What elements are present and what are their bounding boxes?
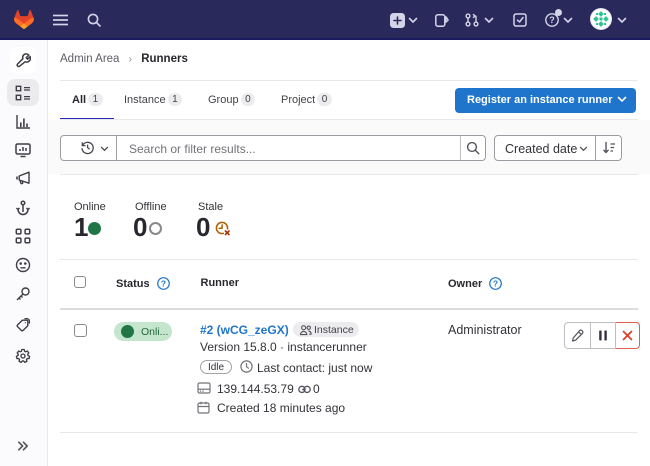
svg-text:?: ?: [493, 278, 498, 288]
svg-text:?: ?: [549, 15, 555, 25]
svg-text:?: ?: [161, 278, 166, 288]
